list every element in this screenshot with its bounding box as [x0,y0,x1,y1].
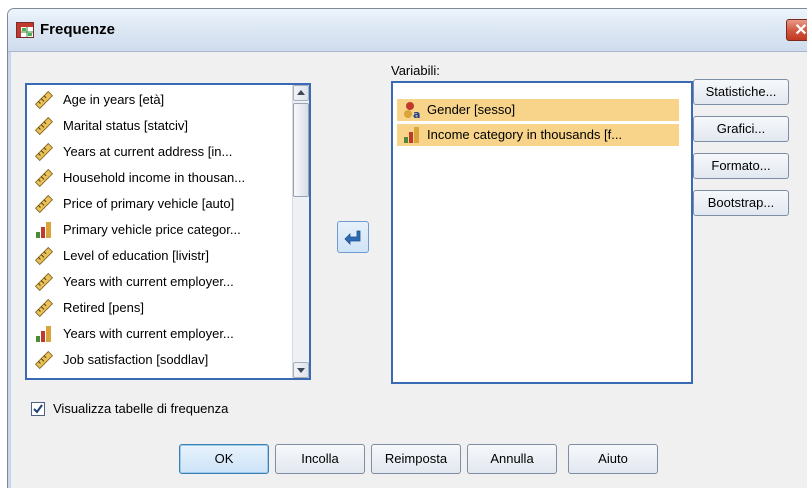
close-icon: ✕ [794,22,807,39]
source-list-item[interactable]: Price of primary vehicle [auto] [27,191,291,217]
source-list-item[interactable]: Household income in thousan... [27,165,291,191]
charts-button[interactable]: Grafici... [693,116,789,142]
ordinal-bars-icon [404,127,419,143]
display-frequency-tables-checkbox[interactable] [31,402,45,416]
paste-label: Incolla [301,451,339,466]
frequencies-dialog: Frequenze ✕ Age in years [età] Marital st… [7,8,807,488]
svg-text:a: a [413,108,420,119]
charts-label: Grafici... [716,121,766,136]
bootstrap-button[interactable]: Bootstrap... [693,190,789,216]
reset-label: Reimposta [384,451,448,466]
ok-label: OK [214,451,234,466]
scale-ruler-icon [35,169,53,187]
display-frequency-tables-label: Visualizza tabelle di frequenza [53,401,229,416]
scroll-down-button[interactable] [293,362,309,378]
scroll-thumb[interactable] [293,103,309,197]
source-item-label: Job satisfaction [soddlav] [63,352,209,367]
vertical-scrollbar[interactable] [292,85,309,378]
window-frame [8,52,11,488]
target-item-label: Gender [sesso] [427,102,516,117]
ordinal-bars-icon [36,326,51,342]
source-list-item[interactable]: Years with current employer... [27,269,291,295]
nominal-icon: a [404,102,420,119]
title-bar[interactable]: Frequenze ✕ [8,9,807,52]
ordinal-bars-icon [36,222,51,238]
source-list-item[interactable]: Years at current address [in... [27,139,291,165]
scale-ruler-icon [35,195,53,213]
bootstrap-label: Bootstrap... [707,195,775,210]
source-item-label: Price of primary vehicle [auto] [63,196,235,211]
source-list-item[interactable]: Years with current employer... [27,321,291,347]
scroll-up-button[interactable] [293,85,309,101]
source-item-label: Years with current employer... [63,274,234,289]
scale-ruler-icon [35,273,53,291]
source-item-label: Age in years [età] [63,92,165,107]
source-variable-list[interactable]: Age in years [età] Marital status [statci… [25,83,311,380]
source-item-label: Level of education [livistr] [63,248,209,263]
help-button[interactable]: Aiuto [568,444,658,474]
variables-label: Variabili: [391,63,440,78]
source-items: Age in years [età] Marital status [statci… [27,87,291,373]
frequencies-table-icon [16,22,34,38]
source-item-label: Marital status [statciv] [63,118,188,133]
scale-ruler-icon [35,299,53,317]
source-list-item[interactable]: Age in years [età] [27,87,291,113]
cancel-button[interactable]: Annulla [467,444,557,474]
scale-ruler-icon [35,91,53,109]
source-list-item[interactable]: Job satisfaction [soddlav] [27,347,291,373]
close-button[interactable]: ✕ [786,19,807,41]
target-list-item[interactable]: Income category in thousands [f... [397,124,679,146]
scale-ruler-icon [35,143,53,161]
ok-button[interactable]: OK [179,444,269,474]
statistics-button[interactable]: Statistiche... [693,79,789,105]
reset-button[interactable]: Reimposta [371,444,461,474]
source-item-label: Primary vehicle price categor... [63,222,241,237]
chevron-up-icon [297,90,305,95]
arrow-right-icon [344,230,361,245]
help-label: Aiuto [598,451,628,466]
format-label: Formato... [711,158,771,173]
scale-ruler-icon [35,351,53,369]
cancel-label: Annulla [490,451,534,466]
source-list-item[interactable]: Marital status [statciv] [27,113,291,139]
scale-ruler-icon [35,247,53,265]
window-title: Frequenze [40,21,116,38]
source-list-item[interactable]: Level of education [livistr] [27,243,291,269]
source-list-item[interactable]: Primary vehicle price categor... [27,217,291,243]
source-item-label: Household income in thousan... [63,170,246,185]
statistics-label: Statistiche... [705,84,777,99]
checkmark-icon [33,404,43,414]
target-variable-list[interactable]: a Gender [sesso] Income category in thou… [391,81,693,384]
target-list-item[interactable]: a Gender [sesso] [397,99,679,121]
source-list-item[interactable]: Retired [pens] [27,295,291,321]
source-item-label: Years with current employer... [63,326,234,341]
chevron-down-icon [297,368,305,373]
source-item-label: Retired [pens] [63,300,144,315]
scale-ruler-icon [35,117,53,135]
move-variable-button[interactable] [337,221,369,253]
format-button[interactable]: Formato... [693,153,789,179]
source-item-label: Years at current address [in... [63,144,233,159]
target-item-label: Income category in thousands [f... [427,127,623,142]
paste-button[interactable]: Incolla [275,444,365,474]
